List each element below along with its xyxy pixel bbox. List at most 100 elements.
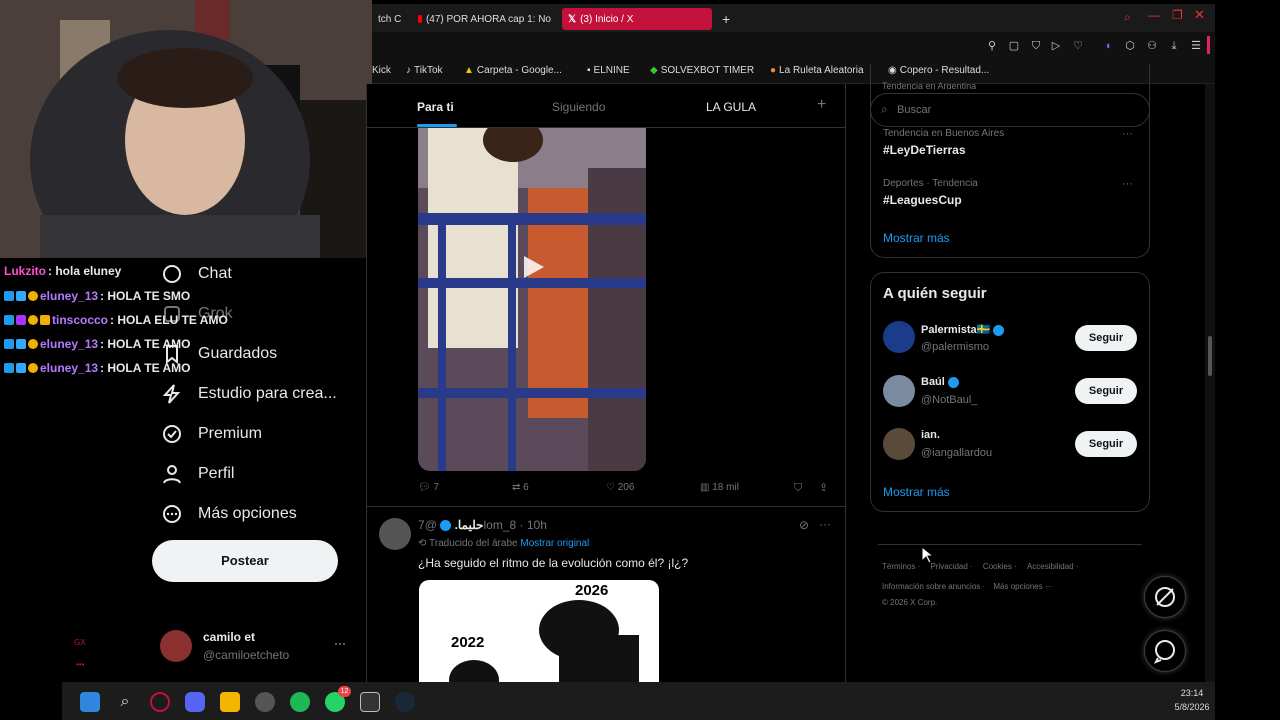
post-header: حليما. @7lom_8 · 10h (418, 518, 547, 532)
trend-tag[interactable]: #LeaguesCup (883, 193, 962, 207)
maximize-icon[interactable]: ❐ (1172, 8, 1183, 22)
avatar[interactable] (883, 428, 915, 460)
audio-icon[interactable]: ◖ (1101, 39, 1115, 53)
footer-link[interactable]: Accesibilidad (1027, 562, 1074, 571)
trend-tag[interactable]: #LeyDeTierras (883, 143, 966, 157)
translated-label: Traducido del árabe (429, 538, 518, 549)
bookmark-solvexbot[interactable]: ◆ SOLVEXBOT TIMER (650, 65, 754, 76)
windows-start-icon[interactable] (80, 692, 100, 712)
divider (878, 544, 1142, 545)
menu-icon[interactable]: ☰ (1189, 39, 1203, 53)
bookmark-ruleta[interactable]: ● La Ruleta Aleatoria (770, 65, 864, 76)
steam-icon[interactable] (395, 692, 415, 712)
chat-user: Lukzito (4, 264, 46, 278)
follow-name[interactable]: Palermista🇸🇪 (921, 323, 1005, 336)
trend-menu-icon[interactable]: ··· (1122, 178, 1133, 190)
footer-link[interactable]: Cookies (983, 562, 1012, 571)
sidebar-item-label: Más opciones (198, 505, 297, 522)
follow-name[interactable]: Baúl (921, 376, 959, 388)
avatar[interactable] (883, 375, 915, 407)
minimize-icon[interactable]: — (1148, 8, 1160, 22)
heart-icon[interactable]: ♡ (1071, 39, 1085, 53)
bookmark-kick[interactable]: Kick (372, 65, 391, 76)
post-button[interactable]: Postear (152, 540, 338, 582)
right-sidebar: Tendencia en Argentina ⌕ Buscar Tendenci… (846, 64, 1215, 682)
download-icon[interactable]: ⤓ (1167, 39, 1181, 53)
webcam-overlay (0, 0, 372, 258)
spotify-icon[interactable] (290, 692, 310, 712)
image-label-2022: 2022 (451, 634, 485, 651)
messages-fab[interactable] (1144, 630, 1186, 672)
search-icon[interactable]: ⌕ (115, 692, 135, 712)
footer-link[interactable]: Términos (882, 562, 915, 571)
show-more-link[interactable]: Mostrar más (883, 231, 950, 245)
trend-menu-icon[interactable]: ··· (1122, 128, 1133, 140)
grok-icon[interactable]: ⊘ (799, 518, 809, 532)
file-explorer-icon[interactable] (220, 692, 240, 712)
app-icon[interactable] (255, 692, 275, 712)
play-icon[interactable]: ▷ (1049, 39, 1063, 53)
chat-message: Lukzito: hola eluney (4, 264, 121, 278)
follow-button[interactable]: Seguir (1075, 378, 1137, 404)
tab-siguiendo[interactable]: Siguiendo (552, 100, 605, 114)
snapshot-icon[interactable]: ▢ (1007, 39, 1021, 53)
lightning-icon (162, 384, 182, 404)
shield-icon[interactable]: ⛉ (1029, 39, 1043, 53)
bookmark-elnine[interactable]: ▪ ELNINE (587, 65, 630, 76)
show-more-link[interactable]: Mostrar más (883, 485, 950, 499)
discord-icon[interactable] (185, 692, 205, 712)
account-icon[interactable]: ⚇ (1145, 39, 1159, 53)
browser-tab[interactable]: tch C (372, 8, 410, 30)
clock-time[interactable]: 23:14 (1172, 688, 1212, 698)
browser-tab-active[interactable]: 𝕏 (3) Inicio / X (562, 8, 712, 30)
share-icon[interactable]: ⇪ (819, 481, 828, 494)
bookmark-label: Kick (372, 65, 391, 76)
pin-icon[interactable]: ⚲ (985, 39, 999, 53)
follow-button[interactable]: Seguir (1075, 431, 1137, 457)
tab-para-ti[interactable]: Para ti (417, 100, 454, 114)
views-button[interactable]: ▥ 18 mil (700, 482, 739, 493)
sidebar-item-estudio[interactable]: Estudio para crea... (162, 384, 337, 404)
extensions-icon[interactable]: ⬡ (1123, 39, 1137, 53)
add-tab-icon[interactable]: + (817, 96, 826, 114)
sidebar-item-premium[interactable]: Premium (162, 424, 262, 444)
close-icon[interactable]: ✕ (1194, 7, 1205, 23)
new-tab-button[interactable]: + (716, 8, 732, 30)
show-original-link[interactable]: Mostrar original (520, 538, 589, 549)
opera-gx-icon[interactable] (150, 692, 170, 712)
post-image[interactable]: 2026 2022 (419, 580, 659, 682)
footer-link[interactable]: Privacidad (930, 562, 967, 571)
repost-button[interactable]: ⇄ 6 (512, 482, 529, 493)
grok-fab[interactable] (1144, 576, 1186, 618)
avatar[interactable] (379, 518, 411, 550)
bookmark-icon[interactable]: ⛉ (794, 482, 802, 495)
avatar[interactable] (160, 630, 192, 662)
sidebar-item-perfil[interactable]: Perfil (162, 464, 234, 484)
post-author-name[interactable]: حليما. (455, 518, 484, 532)
like-button[interactable]: ♡ 206 (606, 482, 634, 493)
bookmark-drive[interactable]: ▲ Carpeta - Google... (464, 65, 562, 76)
clock-date[interactable]: 5/8/2026 (1166, 702, 1218, 712)
more-dots-icon[interactable]: ••• (76, 660, 84, 669)
post-menu-icon[interactable]: ··· (819, 517, 831, 531)
follow-button[interactable]: Seguir (1075, 325, 1137, 351)
badge-icon (40, 315, 50, 325)
post-video[interactable] (418, 128, 646, 471)
app-icon[interactable] (360, 692, 380, 712)
avatar[interactable] (883, 321, 915, 353)
tab-la-gula[interactable]: LA GULA (706, 100, 756, 114)
scrollbar-thumb[interactable] (1208, 336, 1212, 376)
footer-link[interactable]: Más opciones ··· (993, 582, 1053, 591)
badge-icon (28, 291, 38, 301)
reply-button[interactable]: 💬︎ 7 (418, 482, 439, 493)
follow-name[interactable]: ian. (921, 429, 940, 441)
account-menu-icon[interactable]: ··· (334, 636, 346, 650)
footer-link[interactable]: Información sobre anuncios (882, 582, 980, 591)
scrollbar[interactable] (1205, 84, 1215, 682)
sidebar-item-label: Premium (198, 425, 263, 442)
sidebar-item-mas-opciones[interactable]: Más opciones (162, 504, 297, 524)
search-icon[interactable]: ⌕ (1124, 10, 1131, 25)
browser-tab[interactable]: (47) POR AHORA cap 1: No (412, 8, 557, 30)
bookmark-tiktok[interactable]: ♪ TikTok (406, 65, 443, 76)
footer-links: Términos · Privacidad · Cookies · Accesi… (882, 562, 1079, 571)
